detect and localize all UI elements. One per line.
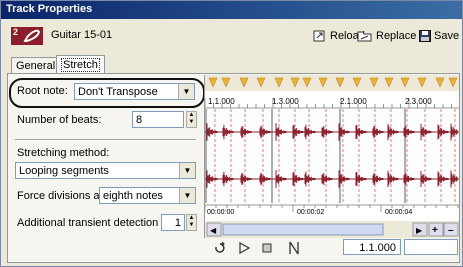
stop-icon (262, 243, 272, 252)
beats-label: Number of beats: (17, 114, 102, 126)
reload-icon (313, 30, 325, 42)
metronome-button[interactable] (284, 239, 304, 256)
metronome-icon (289, 241, 299, 254)
floppy-save-icon (419, 30, 431, 42)
stretch-method-value: Looping segments (19, 165, 109, 177)
title-bar[interactable]: Track Properties (1, 1, 462, 19)
time-label-1: 00:00:00 (207, 209, 234, 216)
replace-label: Replace (376, 30, 417, 42)
waveform-channel-right (205, 170, 459, 188)
replace-icon (357, 31, 372, 42)
scrollbar-thumb[interactable] (222, 223, 384, 236)
replace-button[interactable]: Replace (357, 27, 416, 45)
transient-input[interactable]: 1 (161, 214, 185, 231)
guitar-icon (23, 29, 41, 43)
waveform-channel-left (205, 123, 459, 141)
play-button[interactable] (234, 239, 254, 256)
divider (15, 139, 196, 141)
tab-general[interactable]: General (11, 57, 61, 74)
beats-value: 8 (136, 114, 143, 126)
root-note-select[interactable]: Don't Transpose ▼ (74, 83, 195, 100)
chevron-down-icon[interactable]: ▼ (178, 84, 194, 99)
tab-stretch[interactable]: Stretch (56, 55, 105, 74)
beat-label-3: 2.1.000 (340, 97, 367, 106)
plus-icon: + (432, 225, 438, 236)
tab-stretch-label: Stretch (61, 58, 100, 72)
force-div-label: Force divisions at: (17, 190, 106, 202)
beat-label-4: 2.3.000 (405, 97, 432, 106)
waveform-canvas[interactable]: 1.1.000 1.3.000 2.1.000 2.3.000 00:00:00… (204, 75, 459, 238)
force-div-value: eighth notes (103, 190, 163, 202)
waveform-area: 1.1.000 1.3.000 2.1.000 2.3.000 00:00:00… (204, 75, 459, 238)
time-label-3: 00:00:04 (385, 209, 412, 216)
transient-spinner[interactable]: ▲ ▼ (186, 214, 197, 231)
force-div-select[interactable]: eighth notes ▼ (99, 187, 196, 204)
track-badge: 2 (11, 27, 43, 45)
segment-gridlines (205, 109, 456, 203)
loop-icon (215, 241, 225, 253)
root-note-value: Don't Transpose (78, 86, 158, 98)
loop-button[interactable] (210, 239, 230, 256)
beats-spinner[interactable]: ▲ ▼ (186, 111, 197, 128)
root-note-label: Root note: (17, 85, 68, 97)
stop-button[interactable] (257, 239, 277, 256)
transient-value: 1 (174, 217, 181, 229)
track-properties-window: Track Properties 2 Guitar 15-01 Reload R… (0, 0, 463, 267)
status-display (404, 239, 458, 255)
time-ruler-ticks (204, 205, 459, 212)
play-icon (239, 241, 250, 254)
track-name: Guitar 15-01 (51, 29, 113, 41)
beats-input[interactable]: 8 (132, 111, 184, 128)
chevron-down-icon[interactable]: ▼ (179, 188, 195, 203)
chevron-left-icon: ◀ (210, 226, 217, 235)
save-button[interactable]: Save (419, 27, 459, 45)
track-header: 2 Guitar 15-01 Reload Replace Save (1, 22, 462, 50)
beat-label-2: 1.3.000 (272, 97, 299, 106)
stretch-method-label: Stretching method: (17, 147, 110, 159)
track-number: 2 (13, 27, 19, 37)
window-title: Track Properties (6, 3, 93, 15)
stretch-method-select[interactable]: Looping segments ▼ (15, 162, 196, 179)
chevron-down-icon[interactable]: ▼ (179, 163, 195, 178)
position-value: 1.1.000 (359, 242, 396, 254)
beat-label-1: 1.1.000 (208, 97, 235, 106)
save-label: Save (434, 30, 460, 42)
transient-label: Additional transient detection (%): (17, 217, 182, 229)
minus-icon: – (448, 225, 454, 236)
position-display: 1.1.000 (343, 239, 401, 255)
time-label-2: 00:00:02 (297, 209, 324, 216)
chevron-right-icon: ▶ (416, 226, 423, 235)
